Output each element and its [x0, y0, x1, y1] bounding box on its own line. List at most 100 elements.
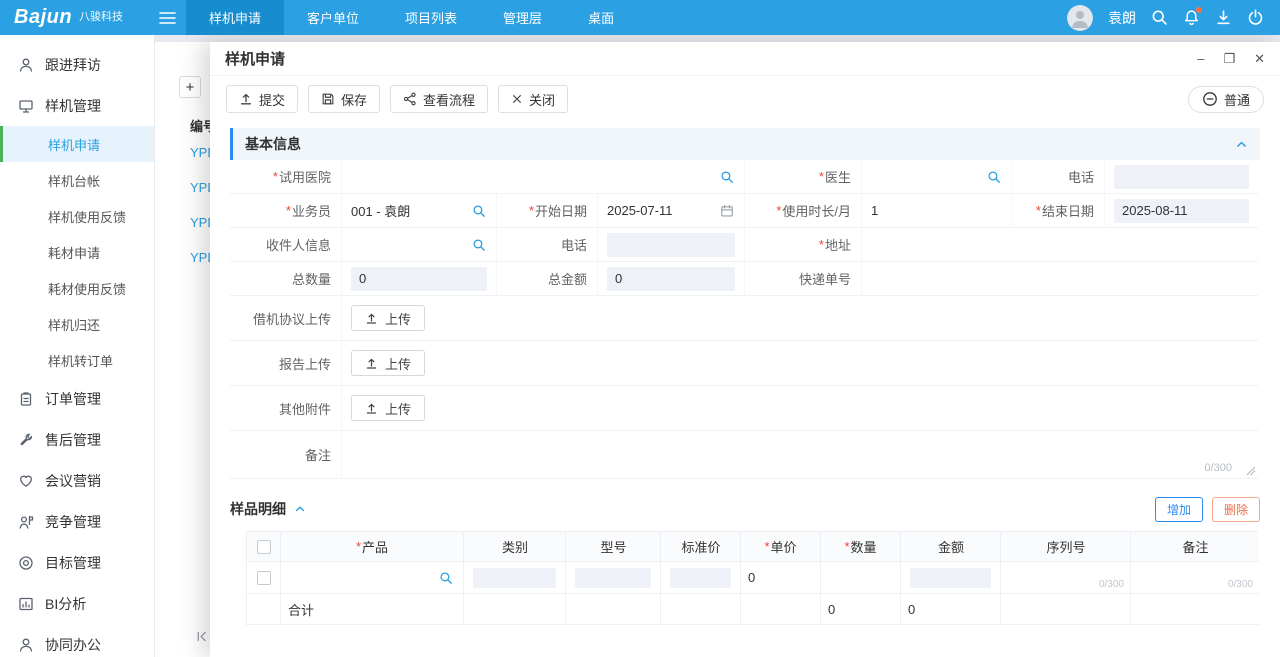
sidebar-item-aftersales-management[interactable]: 售后管理 — [0, 419, 154, 460]
view-flow-button[interactable]: 查看流程 — [390, 85, 488, 113]
sidebar-item-collaboration[interactable]: 协同办公 — [0, 624, 154, 657]
amount-readonly-input — [910, 568, 991, 588]
select-all-checkbox[interactable] — [257, 540, 271, 554]
sidebar-subitem-sample-return[interactable]: 样机归还 — [0, 306, 154, 342]
upload-icon — [365, 357, 378, 370]
basic-info-form: *试用医院 *医生 电话 *业务员 001 - 袁朗 *开始日期 2025-07… — [230, 160, 1260, 479]
upload-button[interactable]: 上传 — [351, 350, 425, 376]
recipient-field[interactable] — [342, 228, 497, 262]
total-label-cell: 合计 — [281, 594, 464, 625]
sidebar-item-sample-management[interactable]: 样机管理 — [0, 85, 154, 126]
model-readonly-input — [575, 568, 651, 588]
doctor-field[interactable] — [862, 160, 1012, 194]
total-amount-field: 0 — [598, 262, 745, 296]
minimize-icon[interactable]: – — [1197, 52, 1204, 65]
save-button[interactable]: 保存 — [308, 85, 380, 113]
search-icon[interactable] — [439, 571, 453, 585]
sidebar-item-follow-visits[interactable]: 跟进拜访 — [0, 44, 154, 85]
sidebar-item-goal-management[interactable]: 目标管理 — [0, 542, 154, 583]
delete-row-button[interactable]: 删除 — [1212, 497, 1260, 522]
search-icon[interactable] — [987, 170, 1001, 184]
row-checkbox[interactable] — [257, 571, 271, 585]
label-phone: 电话 — [1012, 160, 1105, 194]
nav-tab-desktop[interactable]: 桌面 — [565, 0, 637, 35]
close-icon — [511, 93, 523, 105]
agreement-upload-field: 上传 — [342, 296, 1258, 341]
sidebar-item-bi-analysis[interactable]: BI分析 — [0, 583, 154, 624]
share-icon — [403, 92, 417, 106]
quantity-cell[interactable] — [821, 562, 901, 594]
start-date-field[interactable]: 2025-07-11 — [598, 194, 745, 228]
bell-icon[interactable] — [1183, 9, 1200, 26]
sidebar-item-competition-management[interactable]: 竞争管理 — [0, 501, 154, 542]
select-all-header — [247, 532, 281, 562]
search-icon[interactable] — [720, 170, 734, 184]
close-button[interactable]: 关闭 — [498, 85, 568, 113]
product-cell[interactable] — [281, 562, 464, 594]
sidebar-subitem-sample-ledger[interactable]: 样机台帐 — [0, 162, 154, 198]
duration-field[interactable]: 1 — [862, 194, 1012, 228]
nav-tab-project-list[interactable]: 项目列表 — [382, 0, 480, 35]
col-header-unit-price: *单价 — [741, 532, 821, 562]
col-header-remark: 备注 — [1131, 532, 1259, 562]
upload-button[interactable]: 上传 — [351, 305, 425, 331]
first-page-icon[interactable] — [195, 630, 208, 643]
remark-textarea[interactable]: 0/300 — [342, 431, 1258, 479]
menu-toggle-icon[interactable] — [150, 11, 184, 25]
upload-button[interactable]: 上传 — [351, 395, 425, 421]
collapse-chevron-icon[interactable] — [294, 503, 306, 515]
calendar-icon[interactable] — [720, 204, 734, 218]
search-icon[interactable] — [472, 238, 486, 252]
end-date-readonly-input: 2025-08-11 — [1114, 199, 1249, 223]
detail-actions: 增加 删除 — [1155, 497, 1260, 522]
search-icon[interactable] — [1151, 9, 1168, 26]
sidebar-item-conference-marketing[interactable]: 会议营销 — [0, 460, 154, 501]
trial-hospital-field[interactable] — [342, 160, 745, 194]
close-icon[interactable]: ✕ — [1254, 52, 1265, 65]
nav-tab-sample-request[interactable]: 样机申请 — [186, 0, 284, 35]
phone-readonly-input — [1114, 165, 1249, 189]
collapse-chevron-icon[interactable] — [1235, 138, 1248, 151]
maximize-icon[interactable]: ❐ — [1223, 52, 1235, 65]
topbar-actions: 袁朗 — [1067, 5, 1280, 31]
serial-cell[interactable]: 0/300 — [1001, 562, 1131, 594]
sidebar-subitem-usage-feedback[interactable]: 样机使用反馈 — [0, 198, 154, 234]
person-icon — [18, 57, 34, 73]
label-other-attachments: 其他附件 — [230, 386, 342, 431]
sidebar-subitem-sample-request[interactable]: 样机申请 — [0, 126, 154, 162]
add-record-button[interactable]: + — [179, 76, 201, 98]
sidebar-item-label: 目标管理 — [45, 553, 101, 573]
modal-toolbar: 提交 保存 查看流程 关闭 普通 — [210, 76, 1280, 122]
resize-handle-icon[interactable] — [1246, 466, 1255, 475]
top-nav: 样机申请 客户单位 项目列表 管理层 桌面 — [186, 0, 637, 35]
sidebar-subitem-sample-to-order[interactable]: 样机转订单 — [0, 342, 154, 378]
tracking-no-field[interactable] — [862, 262, 1258, 296]
sidebar-item-label: 竞争管理 — [45, 512, 101, 532]
power-icon[interactable] — [1247, 9, 1264, 26]
label-remark: 备注 — [230, 431, 342, 479]
nav-tab-management[interactable]: 管理层 — [480, 0, 565, 35]
search-icon[interactable] — [472, 204, 486, 218]
upload-icon — [365, 312, 378, 325]
sidebar-subitem-consumable-request[interactable]: 耗材申请 — [0, 234, 154, 270]
char-counter: 0/300 — [1099, 579, 1124, 590]
total-qty-field: 0 — [342, 262, 497, 296]
total-row-cell — [566, 594, 661, 625]
phone2-field — [598, 228, 745, 262]
nav-tab-customer-units[interactable]: 客户单位 — [284, 0, 382, 35]
submit-button[interactable]: 提交 — [226, 85, 298, 113]
label-total-qty: 总数量 — [230, 262, 342, 296]
sidebar-item-order-management[interactable]: 订单管理 — [0, 378, 154, 419]
unit-price-cell[interactable]: 0 — [741, 562, 821, 594]
priority-button[interactable]: 普通 — [1188, 86, 1264, 113]
address-field[interactable] — [862, 228, 1258, 262]
label-salesman: *业务员 — [230, 194, 342, 228]
sidebar-subitem-consumable-feedback[interactable]: 耗材使用反馈 — [0, 270, 154, 306]
salesman-field[interactable]: 001 - 袁朗 — [342, 194, 497, 228]
remark-cell[interactable]: 0/300 — [1131, 562, 1259, 594]
download-icon[interactable] — [1215, 9, 1232, 26]
modal-title: 样机申请 — [225, 48, 285, 69]
add-row-button[interactable]: 增加 — [1155, 497, 1203, 522]
avatar[interactable] — [1067, 5, 1093, 31]
total-row-cell — [1001, 594, 1131, 625]
